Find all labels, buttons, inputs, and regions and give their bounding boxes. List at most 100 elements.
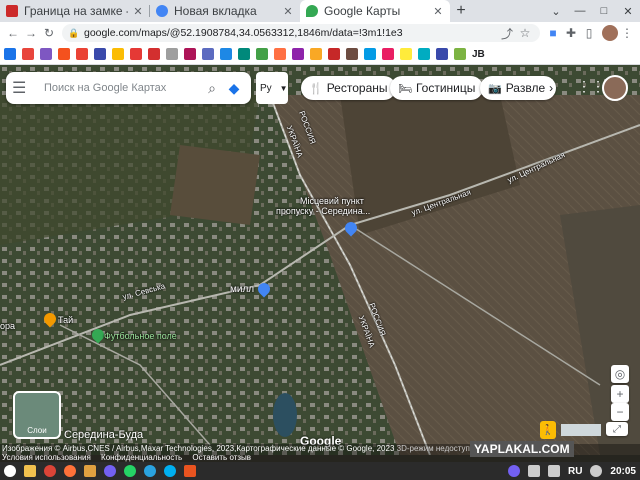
close-tab-icon[interactable]: ✕ — [432, 5, 444, 18]
my-location-icon[interactable]: ◎ — [611, 365, 629, 383]
keyboard-language[interactable]: RU — [568, 466, 582, 477]
restaurant-icon: 🍴 — [309, 82, 323, 95]
bookmark-jb[interactable]: JB — [472, 49, 485, 60]
minimap-thumbnails[interactable] — [561, 424, 601, 436]
bookmark-icon[interactable] — [346, 48, 358, 60]
clock[interactable]: 20:05 — [610, 466, 636, 477]
bookmark-icon[interactable] — [436, 48, 448, 60]
menu-icon[interactable]: ☰ — [12, 78, 36, 98]
terms-link[interactable]: Условия использования — [2, 453, 91, 462]
poi-label[interactable]: ора — [0, 321, 15, 331]
mill-label[interactable]: милл — [230, 284, 254, 295]
poi-label[interactable]: Тай — [58, 315, 73, 325]
new-tab-button[interactable]: + — [450, 0, 472, 22]
bookmark-icon[interactable] — [292, 48, 304, 60]
bookmark-icon[interactable] — [130, 48, 142, 60]
bookmark-icon[interactable] — [112, 48, 124, 60]
bookmark-icon[interactable] — [22, 48, 34, 60]
reload-icon[interactable]: ↻ — [40, 24, 58, 42]
chip-hotels[interactable]: 🛏 Гостиницы — [390, 76, 484, 100]
bookmark-icon[interactable] — [310, 48, 322, 60]
layers-button[interactable]: Слои — [13, 391, 61, 439]
lock-icon[interactable]: 🔒 — [68, 28, 79, 39]
tab-search-icon[interactable]: ⌄ — [544, 0, 568, 22]
zoom-out-button[interactable]: − — [611, 403, 629, 421]
bookmark-icon[interactable] — [274, 48, 286, 60]
bookmark-icon[interactable] — [382, 48, 394, 60]
tab-new[interactable]: Новая вкладка ✕ — [150, 0, 300, 22]
bookmark-icon[interactable] — [4, 48, 16, 60]
chrome-icon[interactable] — [44, 465, 56, 477]
bookmark-icon[interactable] — [148, 48, 160, 60]
bookmark-icon[interactable] — [364, 48, 376, 60]
feedback-link[interactable]: Оставить отзыв — [192, 453, 251, 462]
extension-icon[interactable]: ■ — [544, 24, 562, 42]
bookmark-icon[interactable] — [400, 48, 412, 60]
folder-icon[interactable] — [84, 465, 96, 477]
telegram-icon[interactable] — [144, 465, 156, 477]
bookmark-icon[interactable] — [418, 48, 430, 60]
start-menu-icon[interactable] — [4, 465, 16, 477]
profile-avatar[interactable] — [602, 25, 618, 41]
chevron-right-icon[interactable]: › — [549, 81, 553, 95]
search-input[interactable]: Поиск на Google Картах — [36, 82, 201, 94]
checkpoint-label-line2[interactable]: пропуску - Середина... — [276, 206, 370, 216]
close-window-icon[interactable]: ✕ — [616, 0, 640, 22]
zoom-in-button[interactable]: + — [611, 385, 629, 403]
bookmark-icon[interactable] — [454, 48, 466, 60]
satellite-imagery — [0, 65, 640, 455]
network-icon[interactable] — [527, 465, 540, 477]
player-icon[interactable] — [184, 465, 196, 477]
bookmark-star-icon[interactable]: ☆ — [516, 24, 534, 42]
skype-icon[interactable] — [164, 465, 176, 477]
power-icon[interactable] — [590, 465, 603, 477]
bookmark-icon[interactable] — [220, 48, 232, 60]
viber-icon[interactable] — [104, 465, 116, 477]
bookmark-icon[interactable] — [238, 48, 250, 60]
chip-label: Развле — [505, 81, 546, 95]
bookmark-icon[interactable] — [166, 48, 178, 60]
chip-entertainment[interactable]: 📷 Развле › — [480, 76, 556, 100]
bookmarks-bar: JB — [0, 44, 640, 65]
bookmark-icon[interactable] — [76, 48, 88, 60]
language-select[interactable]: Ру ▼ — [256, 72, 288, 104]
maximize-icon[interactable]: □ — [592, 0, 616, 22]
bookmark-icon[interactable] — [328, 48, 340, 60]
bookmark-icon[interactable] — [184, 48, 196, 60]
browser-menu-icon[interactable]: ⋮ — [618, 24, 636, 42]
checkpoint-label[interactable]: Місцевий пункт — [300, 196, 364, 206]
bookmark-icon[interactable] — [202, 48, 214, 60]
map-canvas[interactable]: ☰ Поиск на Google Картах ⌕ ◆ Ру ▼ 🍴 Рест… — [0, 65, 640, 455]
share-icon[interactable]: ⤴ — [498, 24, 516, 42]
privacy-link[interactable]: Конфиденциальность — [101, 453, 182, 462]
account-avatar[interactable] — [602, 75, 628, 101]
volume-icon[interactable] — [547, 465, 560, 477]
bookmark-icon[interactable] — [256, 48, 268, 60]
place-label: Середина-Буда — [64, 429, 144, 441]
side-panel-icon[interactable]: ▯ — [580, 24, 598, 42]
extensions-puzzle-icon[interactable]: ✚ — [562, 24, 580, 42]
address-bar[interactable]: 🔒 google.com/maps/@52.1908784,34.0563312… — [62, 24, 540, 42]
search-icon[interactable]: ⌕ — [201, 80, 223, 97]
tab-title: Граница на замке - ЯПЛА — [24, 4, 128, 18]
map-search-box[interactable]: ☰ Поиск на Google Картах ⌕ ◆ — [6, 72, 251, 104]
bookmark-icon[interactable] — [94, 48, 106, 60]
bookmark-icon[interactable] — [40, 48, 52, 60]
tab-yaplakal[interactable]: Граница на замке - ЯПЛА ✕ — [0, 0, 150, 22]
pegman-icon[interactable]: 🚶 — [540, 421, 556, 439]
viber-tray-icon[interactable] — [507, 465, 520, 477]
forward-icon[interactable]: → — [22, 24, 40, 42]
back-icon[interactable]: ← — [4, 24, 22, 42]
close-tab-icon[interactable]: ✕ — [282, 5, 294, 18]
chip-restaurants[interactable]: 🍴 Рестораны — [301, 76, 396, 100]
whatsapp-icon[interactable] — [124, 465, 136, 477]
firefox-icon[interactable] — [64, 465, 76, 477]
close-tab-icon[interactable]: ✕ — [132, 5, 144, 18]
bookmark-icon[interactable] — [58, 48, 70, 60]
football-field-label[interactable]: Футбольное поле — [104, 331, 177, 341]
tab-google-maps[interactable]: Google Карты ✕ — [300, 0, 450, 22]
minimize-icon[interactable]: — — [568, 0, 592, 22]
expand-icon[interactable]: ⤢ — [606, 422, 628, 436]
directions-icon[interactable]: ◆ — [223, 77, 245, 99]
files-icon[interactable] — [24, 465, 36, 477]
